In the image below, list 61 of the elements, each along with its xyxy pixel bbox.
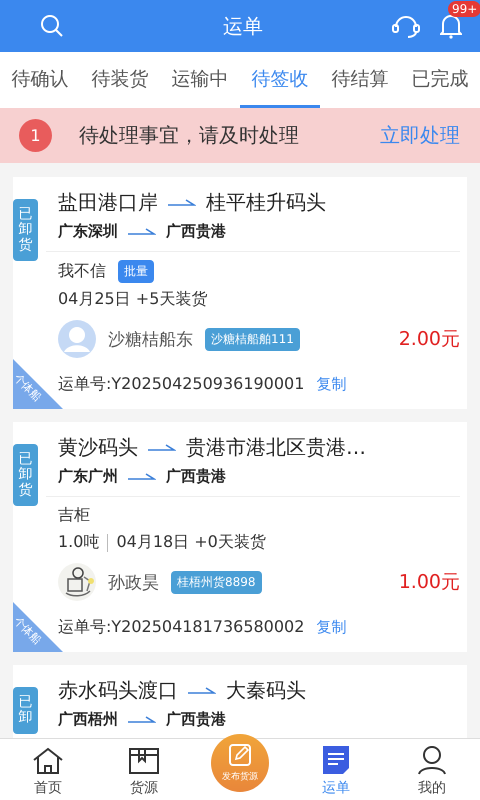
bell-icon: [440, 13, 462, 39]
tab[interactable]: 待确认: [0, 52, 80, 108]
cargo-tag: 批量: [118, 260, 154, 283]
copy-link[interactable]: 复制: [316, 618, 346, 637]
origin-region: 广东深圳: [58, 222, 118, 241]
order-card[interactable]: 已卸 赤水码头渡口 大秦码头 广西梧州 广西贵港: [13, 665, 467, 738]
page-title: 运单: [222, 12, 264, 40]
destination-region: 广西贵港: [166, 222, 226, 241]
nav-tab[interactable]: 货源: [96, 739, 192, 800]
load-date: 04月25日 +5天装货: [58, 289, 208, 310]
notification-count: 99+: [448, 1, 480, 17]
status-tag: 已卸货: [13, 199, 38, 262]
search-button[interactable]: [40, 14, 64, 38]
owner-name: 沙糖桔船东: [108, 328, 193, 350]
tab[interactable]: 待装货: [80, 52, 160, 108]
cargo-name: 我不信: [58, 261, 106, 282]
person-icon: [417, 745, 447, 775]
tab[interactable]: 运输中: [160, 52, 240, 108]
edit-icon: [228, 743, 252, 767]
copy-link[interactable]: 复制: [316, 375, 346, 394]
avatar-icon: [58, 320, 96, 358]
corner-text: 个体船: [13, 614, 44, 648]
origin-region: 广东广州: [58, 467, 118, 486]
home-icon: [32, 747, 64, 775]
corner-text: 个体船: [13, 370, 44, 404]
support-button[interactable]: [392, 13, 420, 39]
nav-tab[interactable]: 我的: [384, 739, 480, 800]
waybill-number: 运单号:Y202504250936190001: [58, 374, 304, 395]
destination-region: 广西贵港: [166, 467, 226, 486]
price: 2.00元: [398, 327, 460, 352]
cargo-name: 吉柜: [58, 505, 90, 526]
order-card[interactable]: 已卸货 个体船 黄沙码头 贵港市港北区贵港… 广东广州 广西贵港 吉柜 1.0吨 04月18日 +0天装货 孙政昊 桂梧州货8898 1.00元 运单号:Y202504181736580002 复制: [13, 422, 467, 652]
destination-region: 广西贵港: [166, 710, 226, 729]
destination-port: 桂平桂升码头: [206, 189, 326, 216]
headset-icon: [392, 13, 420, 39]
notification-button[interactable]: [440, 13, 462, 39]
destination-port: 大秦码头: [226, 677, 306, 704]
order-card[interactable]: 已卸货 个体船 盐田港口岸 桂平桂升码头 广东深圳 广西贵港 我不信 批量 04月25日 +5天装货 沙糖桔船东 沙糖桔船舶111 2.00元 运单号:Y202504250936190001 复制: [13, 177, 467, 409]
tab[interactable]: 已完成: [400, 52, 480, 108]
price: 1.00元: [398, 570, 460, 595]
origin-region: 广西梧州: [58, 710, 118, 729]
document-icon: [322, 745, 350, 775]
load-date: 04月18日 +0天装货: [116, 532, 266, 553]
origin-port: 盐田港口岸: [58, 189, 158, 216]
vessel-tag: 沙糖桔船舶111: [205, 328, 300, 350]
search-icon: [40, 14, 64, 38]
vessel-tag: 桂梧州货8898: [171, 570, 262, 594]
owner-name: 孙政昊: [108, 572, 159, 594]
tab[interactable]: 待结算: [320, 52, 400, 108]
origin-port: 黄沙码头: [58, 434, 138, 461]
status-tag: 已卸货: [13, 444, 38, 506]
nav-tab[interactable]: 运单: [288, 739, 384, 800]
box-icon: [128, 747, 160, 775]
nav-tab[interactable]: 首页: [0, 739, 96, 800]
notice-text: 待处理事宜，请及时处理: [79, 122, 300, 149]
destination-port: 贵港市港北区贵港…: [186, 434, 366, 461]
waybill-number: 运单号:Y202504181736580002: [58, 617, 304, 638]
cargo-weight: 1.0吨: [58, 532, 100, 553]
origin-port: 赤水码头渡口: [58, 677, 178, 704]
notice-count: 1: [19, 119, 52, 152]
status-tag: 已卸: [13, 687, 38, 734]
